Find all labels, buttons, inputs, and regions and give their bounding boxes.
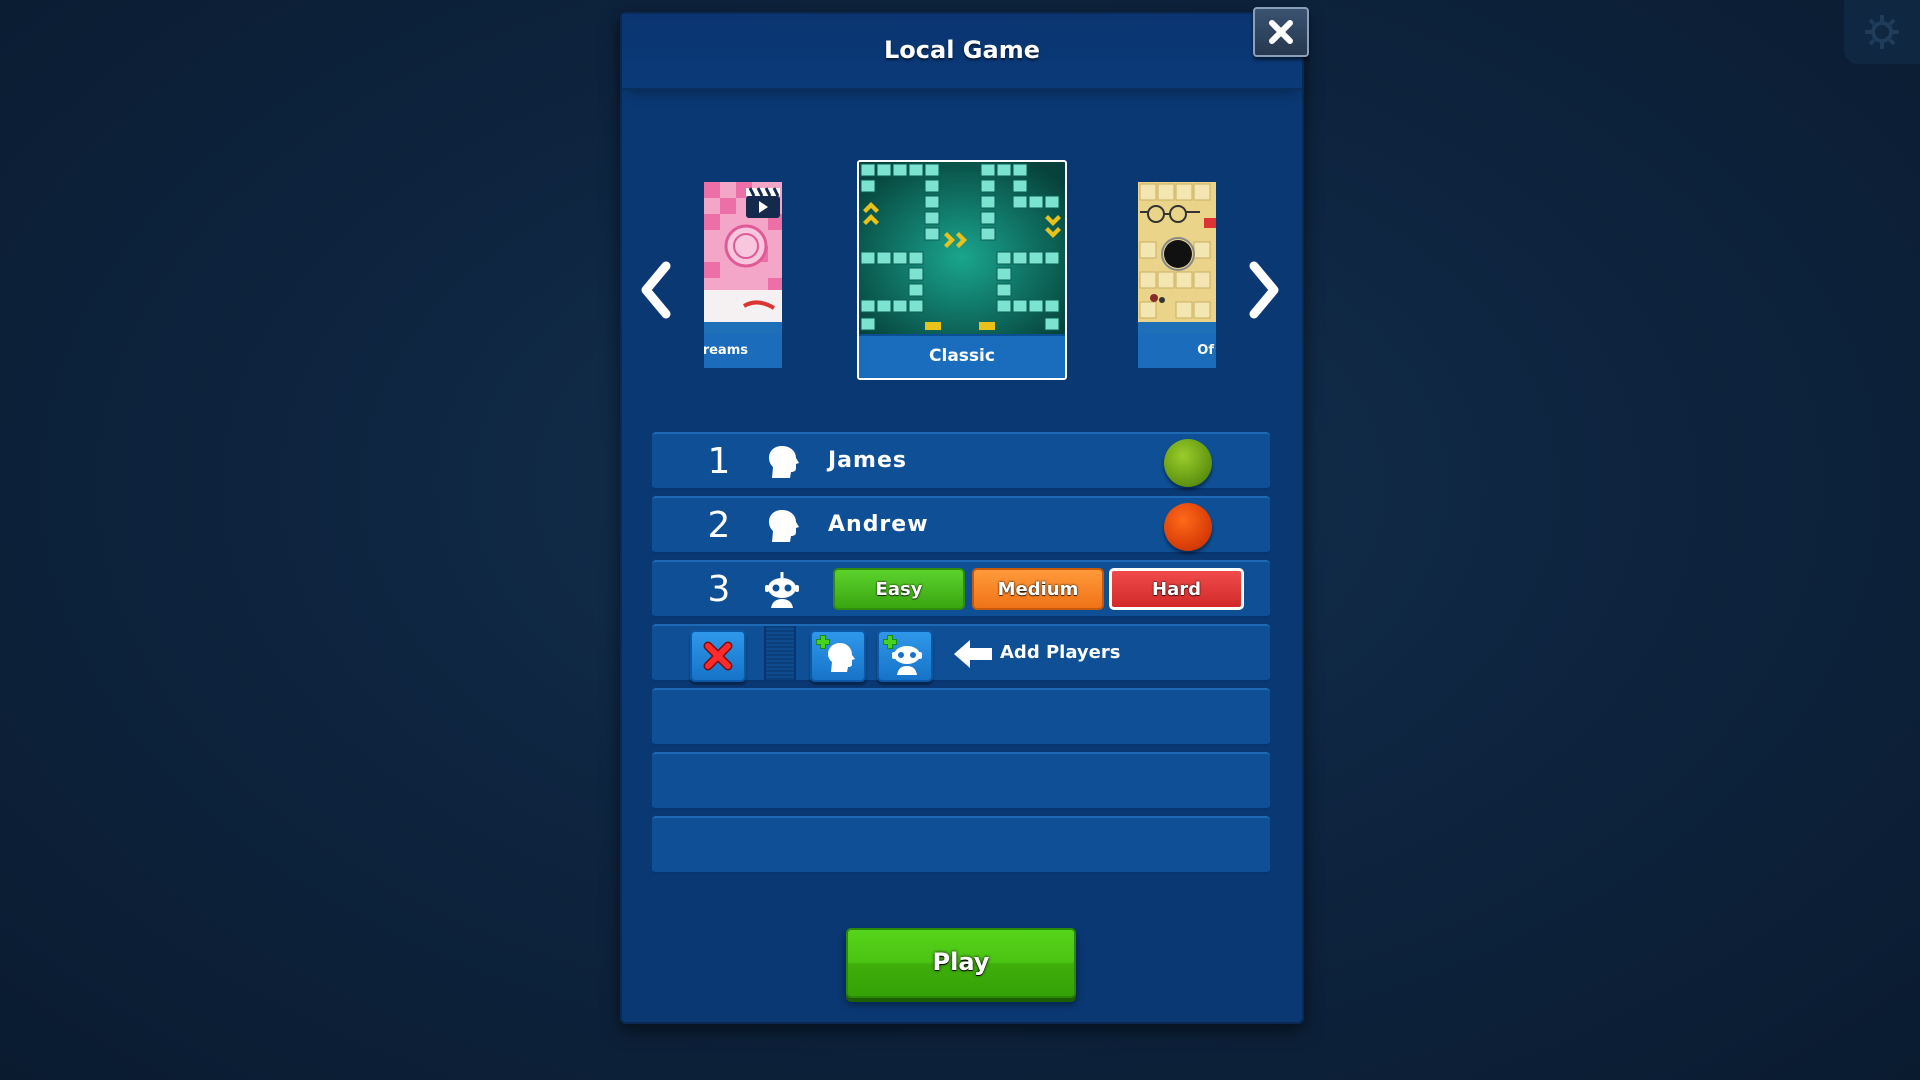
human-head-icon[interactable]: [762, 442, 802, 482]
player-name[interactable]: James: [828, 448, 907, 473]
play-button[interactable]: Play: [846, 928, 1076, 998]
settings-button[interactable]: [1844, 0, 1920, 64]
board-card-of[interactable]: Of: [1138, 182, 1216, 368]
robot-icon[interactable]: [762, 570, 802, 610]
board-label-of: Of: [1138, 334, 1216, 368]
board-card-dreams[interactable]: reams: [704, 182, 782, 368]
empty-player-slot: [652, 752, 1270, 810]
add-players-row: Add Players: [652, 624, 1270, 682]
player-row-1: 1 James: [652, 432, 1270, 490]
add-computer-player-button[interactable]: [877, 630, 933, 682]
player-number: 1: [707, 441, 731, 482]
add-human-icon: [816, 635, 855, 672]
add-human-player-button[interactable]: [810, 630, 866, 682]
chevron-left-icon: [641, 261, 671, 319]
player-row-2: 2 Andrew: [652, 496, 1270, 554]
video-clapper-icon: [746, 187, 780, 218]
chevron-right-icon: [1249, 261, 1279, 319]
close-x-icon: [1269, 20, 1293, 44]
row-divider: [764, 626, 796, 680]
player-number: 3: [707, 569, 731, 610]
player-number: 2: [707, 505, 731, 546]
human-head-icon[interactable]: [762, 506, 802, 546]
next-board-button[interactable]: [1244, 250, 1284, 330]
dialog-title: Local Game: [884, 36, 1040, 64]
board-label-classic: Classic: [859, 334, 1065, 378]
red-x-icon: [703, 641, 733, 671]
close-button[interactable]: [1253, 7, 1309, 57]
arrow-left-icon: [954, 640, 992, 668]
gear-icon: [1865, 15, 1899, 49]
dialog-header: Local Game: [622, 14, 1302, 90]
player-color-chip[interactable]: [1164, 439, 1212, 487]
difficulty-easy-button[interactable]: Easy: [833, 568, 965, 610]
local-game-dialog: Local Game reams Classic Of 1 James 2 An…: [620, 7, 1309, 1024]
remove-player-button[interactable]: [690, 630, 746, 682]
previous-board-button[interactable]: [636, 250, 676, 330]
player-name[interactable]: Andrew: [828, 512, 929, 537]
difficulty-medium-button[interactable]: Medium: [972, 568, 1104, 610]
board-thumbnail-classic: [859, 162, 1065, 336]
board-card-classic[interactable]: Classic: [857, 160, 1067, 380]
difficulty-hard-button[interactable]: Hard: [1109, 568, 1244, 610]
player-color-chip[interactable]: [1164, 503, 1212, 551]
add-players-label: Add Players: [1000, 642, 1121, 663]
empty-player-slot: [652, 816, 1270, 874]
board-thumbnail-office: [1138, 182, 1216, 322]
player-row-3: 3 Easy Medium Hard: [652, 560, 1270, 618]
add-robot-icon: [883, 635, 922, 675]
empty-player-slot: [652, 688, 1270, 746]
board-label-dreams: reams: [704, 334, 782, 368]
